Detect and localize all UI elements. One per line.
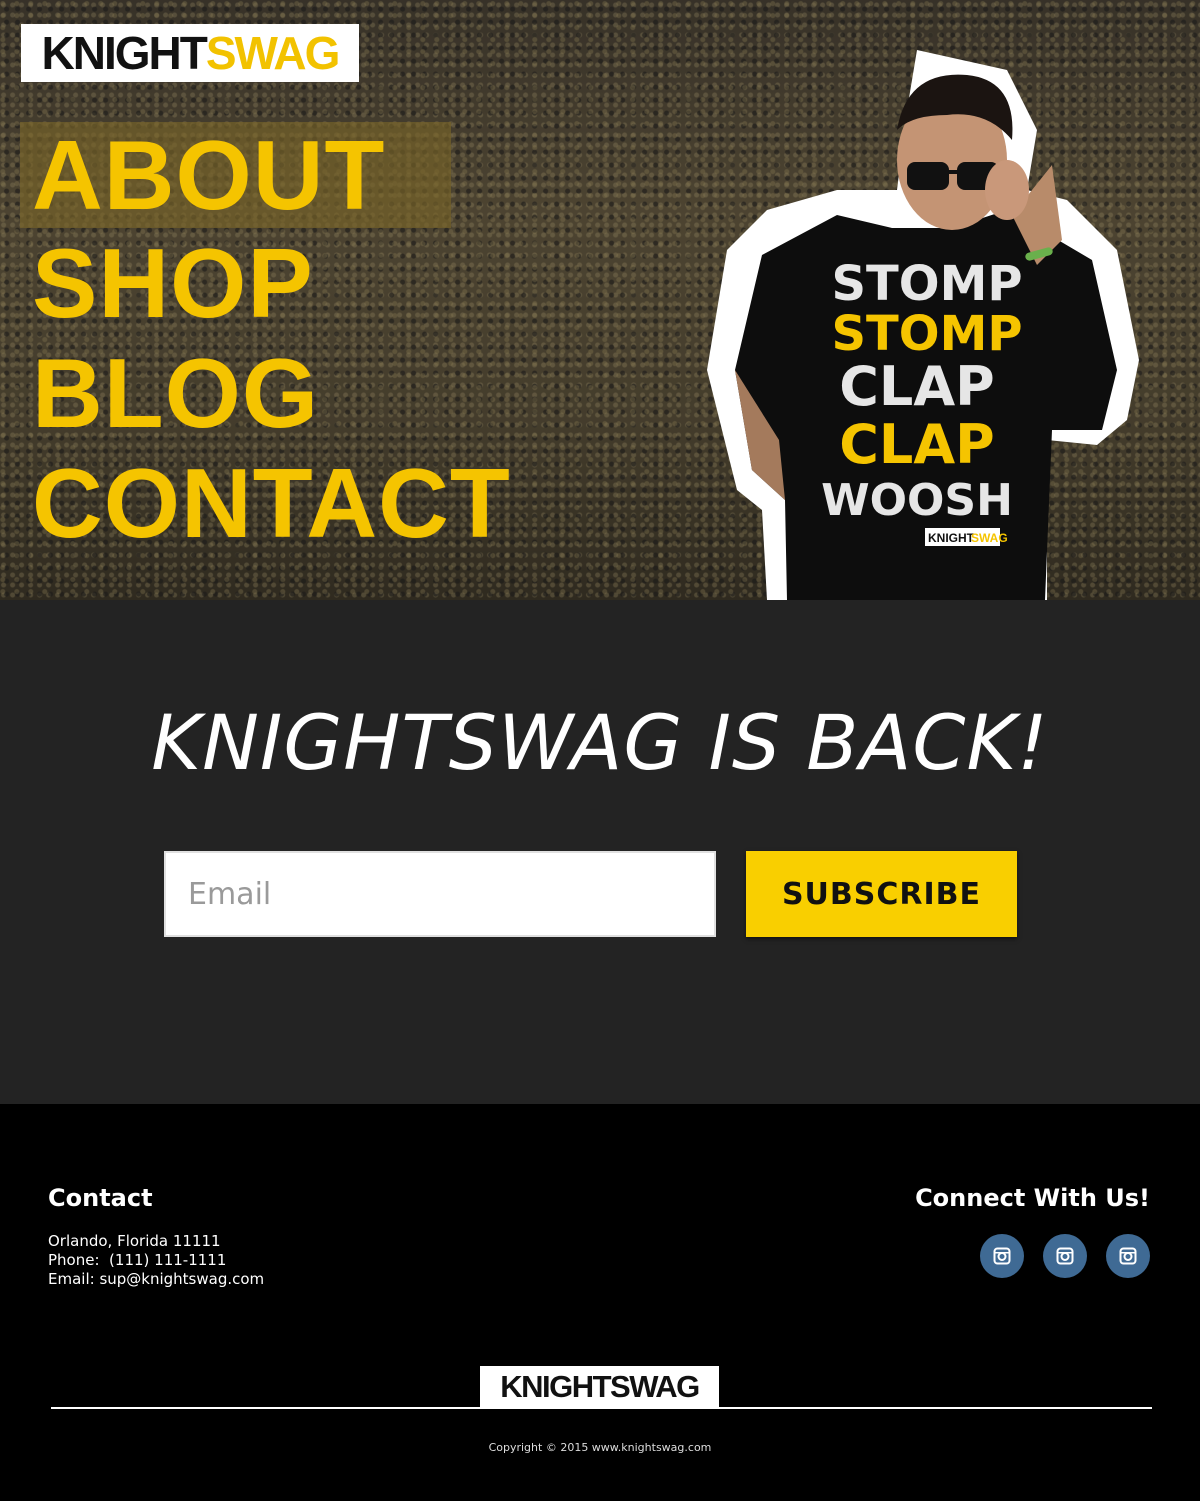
contact-info: Orlando, Florida 11111 Phone: (111) 111-… (48, 1232, 264, 1289)
subscribe-section: KNIGHTSWAG IS BACK! SUBSCRIBE (0, 600, 1200, 1104)
nav-contact[interactable]: CONTACT (20, 448, 523, 558)
footer-divider (51, 1407, 1152, 1409)
hero-banner: KNIGHT SWAG ABOUT SHOP BLOG CONTACT STOMP… (0, 0, 1200, 600)
shirt-line-2: STOMP (831, 306, 1022, 362)
nav-about[interactable]: ABOUT (20, 122, 451, 228)
nav-blog[interactable]: BLOG (20, 338, 523, 448)
instagram-link-2[interactable] (1043, 1234, 1087, 1278)
shirt-line-4: CLAP (839, 413, 994, 476)
logo-knight-text: KNIGHT (41, 27, 208, 79)
nav-shop[interactable]: SHOP (20, 228, 523, 338)
footer-logo-text: KNIGHT (500, 1368, 611, 1404)
contact-address: Orlando, Florida 11111 (48, 1232, 221, 1250)
instagram-link-3[interactable] (1106, 1234, 1150, 1278)
connect-title: Connect With Us! (915, 1184, 1150, 1212)
copyright-text: Copyright © 2015 www.knightswag.com (488, 1441, 712, 1454)
model-photo: STOMP STOMP CLAP CLAP WOOSH KNIGHT SWAG (707, 50, 1139, 600)
logo-swag-text: SWAG (205, 27, 341, 79)
shirt-line-3: CLAP (839, 355, 994, 418)
instagram-icon (1119, 1247, 1137, 1265)
contact-phone: Phone: (111) 111-1111 (48, 1251, 227, 1269)
instagram-link-1[interactable] (980, 1234, 1024, 1278)
shirt-logo-swag: SWAG (971, 531, 1008, 545)
social-links (980, 1234, 1150, 1278)
instagram-icon (1056, 1247, 1074, 1265)
brand-logo[interactable]: KNIGHT SWAG (21, 24, 359, 82)
shirt-line-5: WOOSH (821, 475, 1013, 526)
footer: Contact Orlando, Florida 11111 Phone: (1… (0, 1104, 1200, 1501)
footer-logo[interactable]: KNIGHT SWAG (480, 1366, 719, 1407)
shirt-line-1: STOMP (831, 256, 1022, 312)
shirt-logo-knight: KNIGHT (928, 531, 975, 545)
instagram-icon (993, 1247, 1011, 1265)
contact-title: Contact (48, 1184, 153, 1212)
contact-email: Email: sup@knightswag.com (48, 1270, 265, 1288)
main-nav: ABOUT SHOP BLOG CONTACT (20, 122, 523, 558)
subscribe-headline: KNIGHTSWAG IS BACK! (151, 698, 1049, 787)
email-input[interactable] (164, 851, 716, 937)
subscribe-button[interactable]: SUBSCRIBE (746, 851, 1017, 937)
footer-logo-text-2: SWAG (610, 1368, 700, 1404)
